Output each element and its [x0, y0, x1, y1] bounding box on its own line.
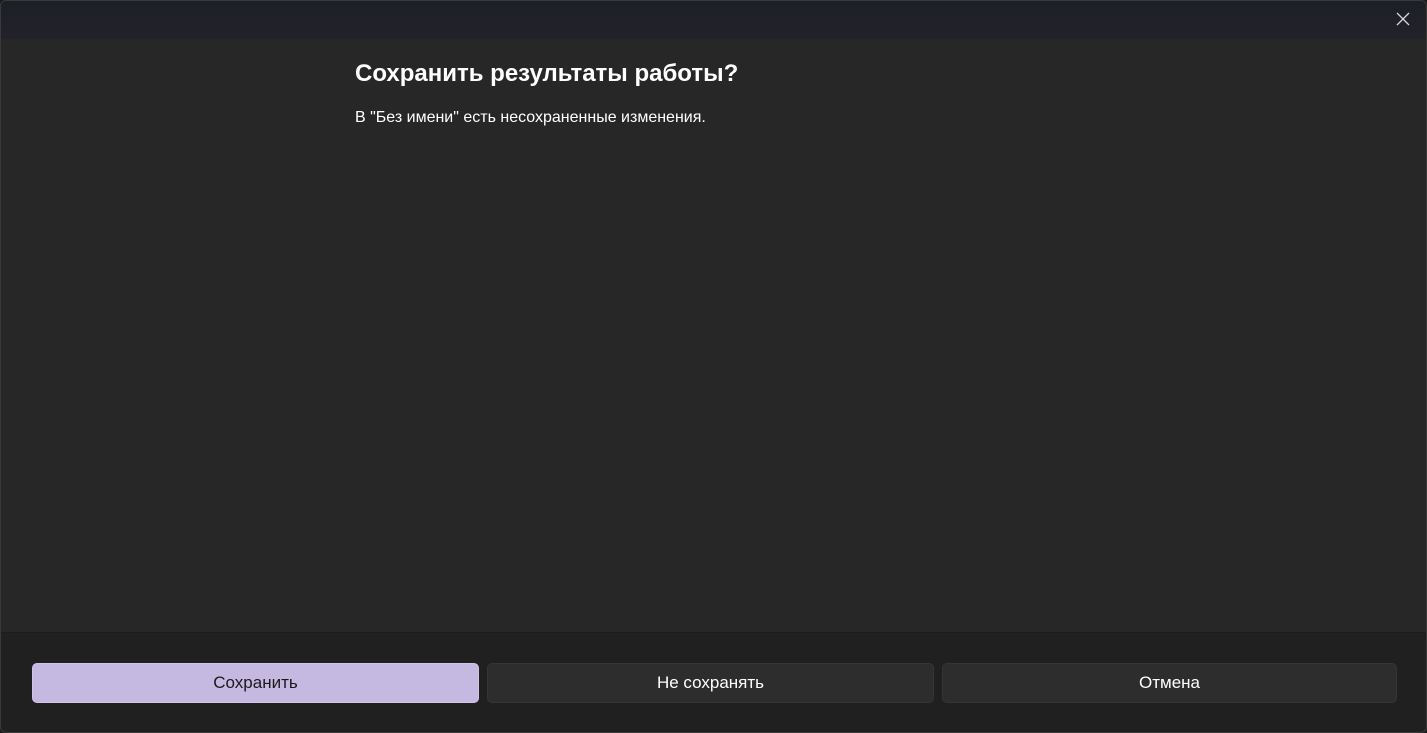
cancel-button[interactable]: Отмена — [942, 663, 1397, 703]
dialog-footer: Сохранить Не сохранять Отмена — [1, 632, 1426, 732]
dont-save-button[interactable]: Не сохранять — [487, 663, 934, 703]
dialog-titlebar — [1, 1, 1426, 39]
close-icon — [1396, 12, 1410, 26]
dialog-title: Сохранить результаты работы? — [355, 60, 739, 87]
save-button[interactable]: Сохранить — [32, 663, 479, 703]
dialog-message: В "Без имени" есть несохраненные изменен… — [355, 109, 706, 126]
close-button[interactable] — [1388, 4, 1418, 34]
dialog-content: Сохранить результаты работы? В "Без имен… — [355, 59, 1355, 129]
save-changes-dialog: Сохранить результаты работы? В "Без имен… — [0, 0, 1427, 733]
